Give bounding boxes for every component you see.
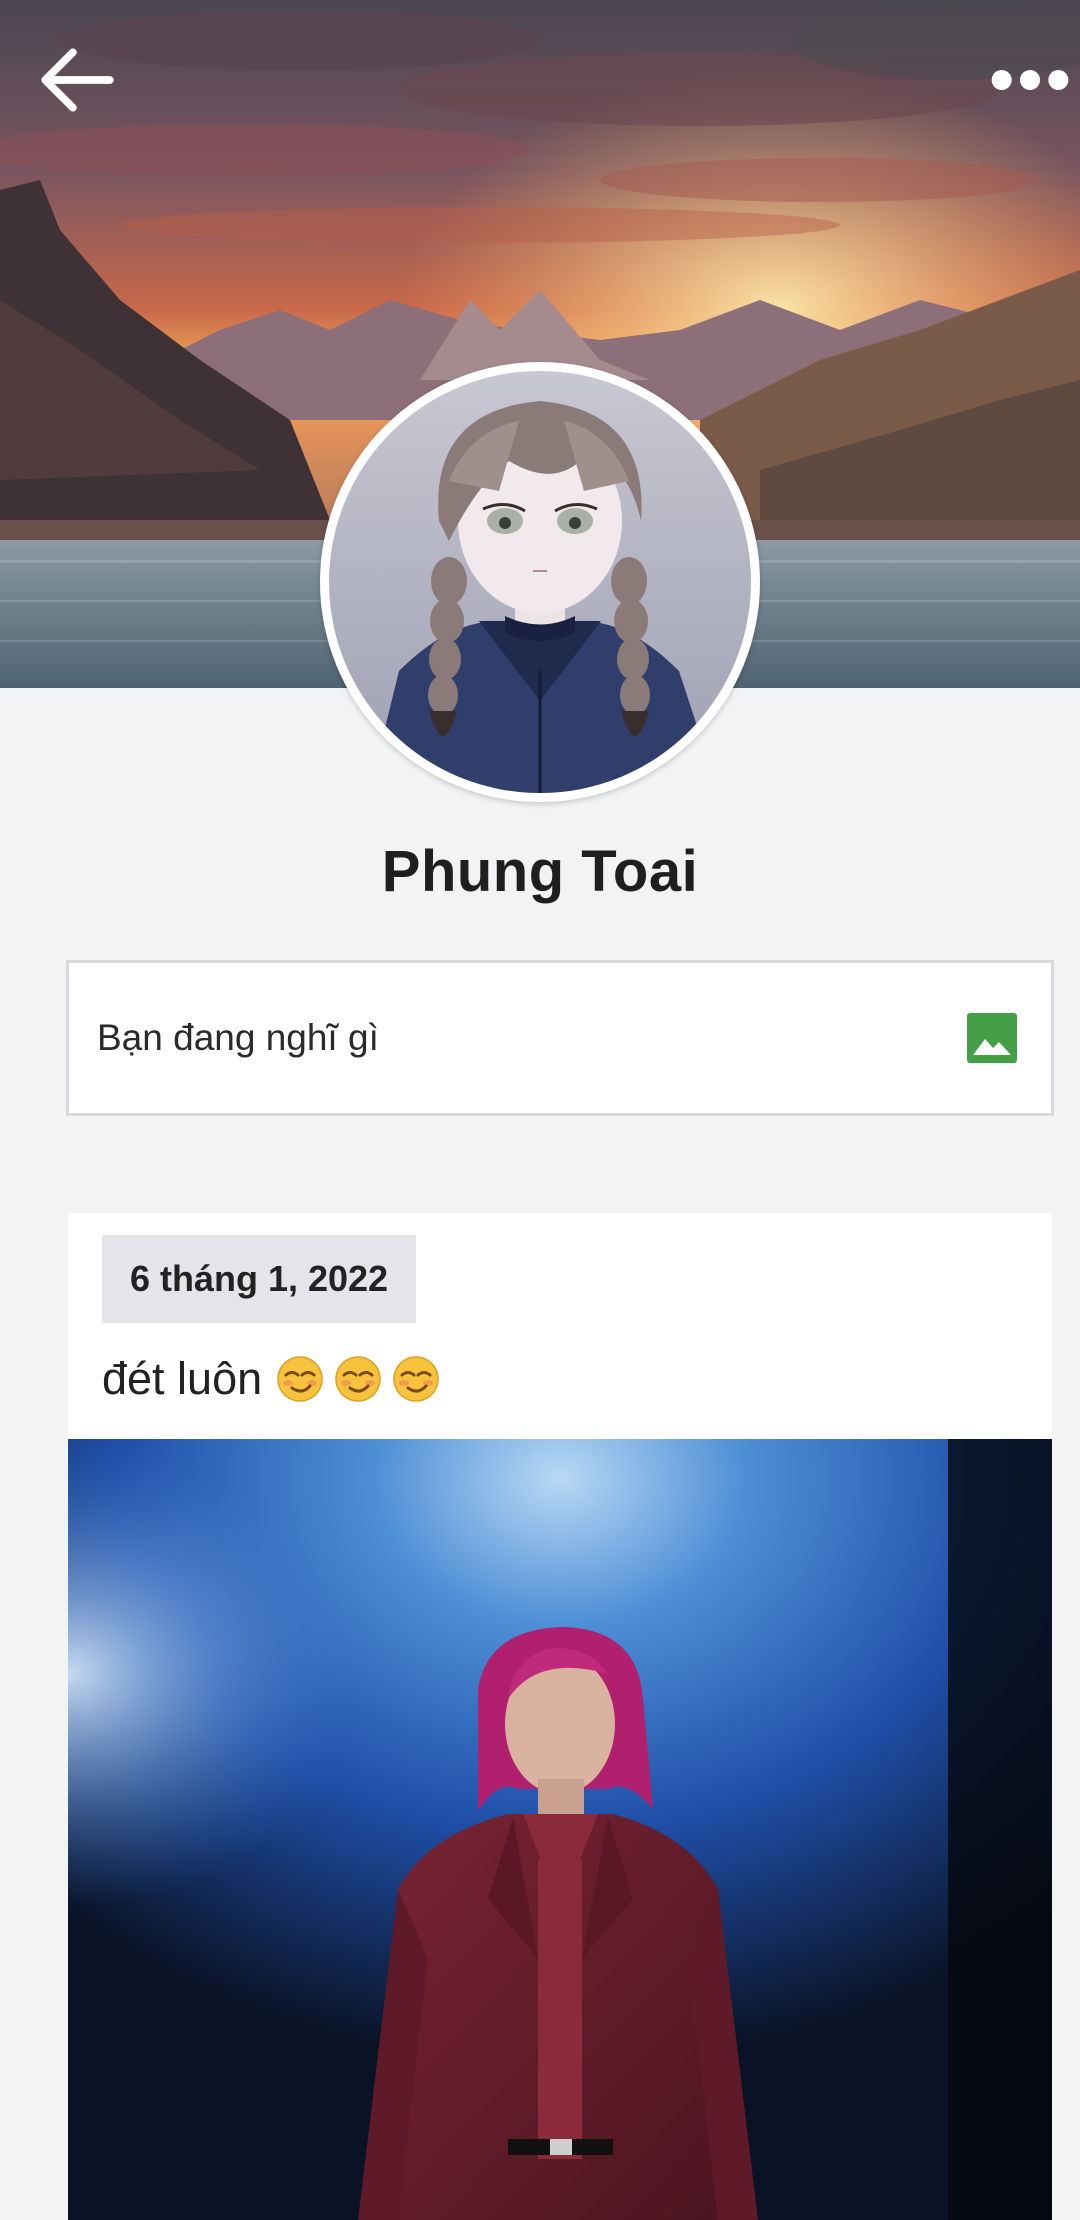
more-horizontal-icon [991, 70, 1069, 90]
image-icon [967, 1013, 1017, 1063]
back-button[interactable] [36, 40, 116, 120]
profile-name: Phung Toai [381, 839, 699, 904]
smirk-face-emoji [335, 1356, 381, 1402]
post-photo [68, 1439, 1052, 2220]
smirk-face-emoji [393, 1356, 439, 1402]
arrow-left-icon [41, 48, 114, 112]
add-photo-button[interactable] [967, 1013, 1017, 1063]
composer-placeholder: Bạn đang nghĩ gì [97, 1017, 379, 1058]
post-content: đét luôn [102, 1353, 440, 1405]
post-image[interactable] [68, 1439, 1052, 2220]
post-card: 6 tháng 1, 2022 đét luôn [68, 1213, 1052, 2220]
post-date-badge: 6 tháng 1, 2022 [102, 1235, 416, 1323]
profile-avatar[interactable] [320, 362, 760, 802]
smirk-face-emoji [277, 1356, 323, 1402]
post-composer[interactable]: Bạn đang nghĩ gì [66, 960, 1054, 1116]
post-emojis [276, 1355, 440, 1403]
more-options-button[interactable] [990, 40, 1070, 120]
avatar-image [329, 371, 751, 793]
post-text: đét luôn [102, 1353, 263, 1404]
